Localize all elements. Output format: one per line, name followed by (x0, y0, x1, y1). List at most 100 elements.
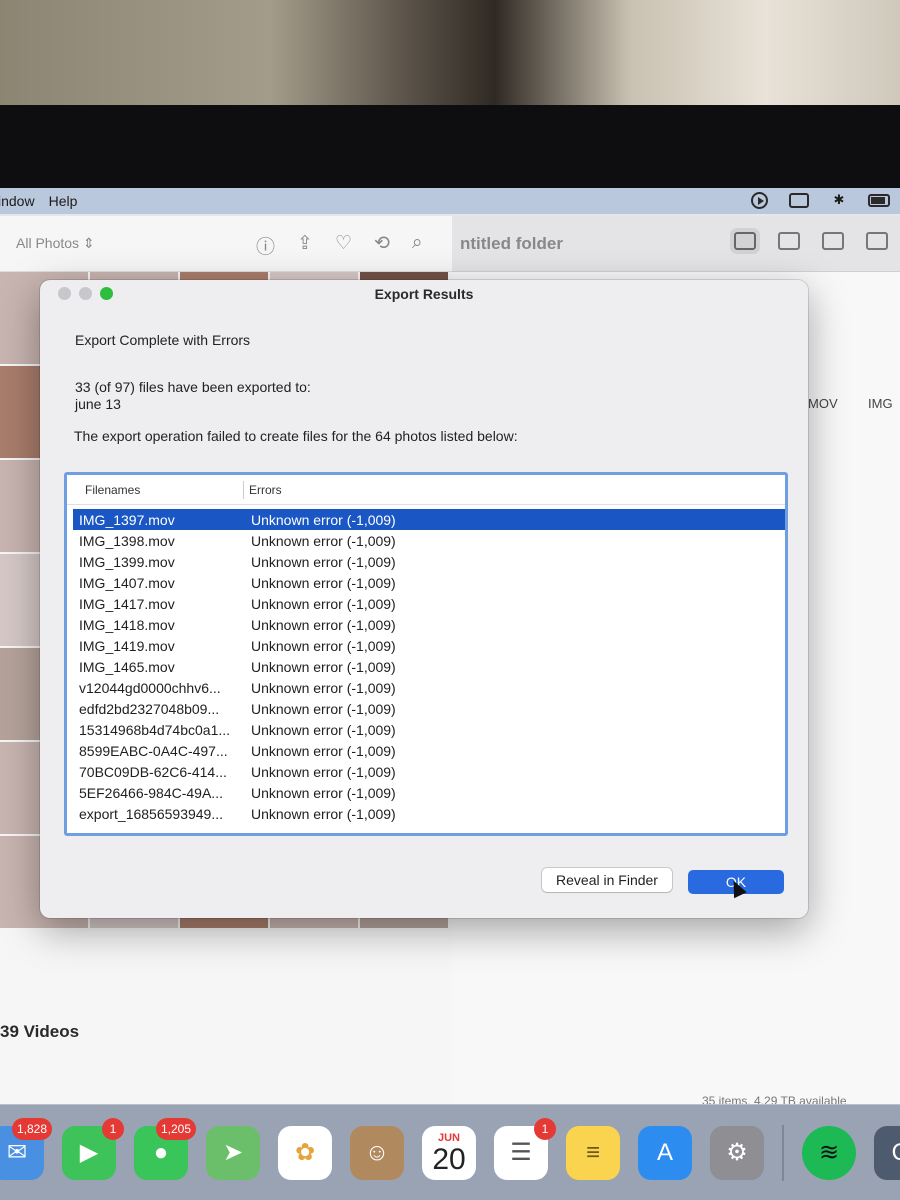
view-buttons (730, 228, 888, 254)
list-view-icon[interactable] (778, 232, 800, 250)
all-photos-dropdown[interactable]: All Photos ⇕ (8, 231, 103, 256)
file-label[interactable]: MOV (808, 396, 838, 411)
table-row[interactable]: IMG_1418.mov Unknown error (-1,009) (73, 614, 785, 635)
mail-badge: 1,828 (11, 1117, 52, 1140)
filename-cell: 5EF26466-984C-49A... (79, 784, 223, 801)
table-row[interactable]: IMG_1399.mov Unknown error (-1,009) (73, 551, 785, 572)
file-label[interactable]: IMG (868, 396, 893, 411)
finder-title: ntitled folder (460, 233, 563, 253)
heart-icon[interactable]: ♡ (335, 232, 352, 259)
app-store-icon: A (656, 1138, 673, 1166)
table-row[interactable]: IMG_1465.mov Unknown error (-1,009) (73, 656, 785, 677)
reveal-in-finder-button[interactable]: Reveal in Finder (542, 868, 672, 892)
dock-messages[interactable]: ● 1,205 (134, 1117, 196, 1180)
dock-quicktime[interactable]: Q (874, 1125, 900, 1180)
gallery-view-icon[interactable] (866, 232, 888, 250)
dock-separator (782, 1124, 784, 1181)
bluetooth-icon[interactable]: ✱ (828, 191, 850, 209)
screen-mirroring-icon[interactable] (788, 191, 810, 209)
table-header: Filenames Errors (67, 475, 785, 505)
dock-reminders[interactable]: ☰ 1 (494, 1117, 556, 1180)
rotate-icon[interactable]: ⟲ (374, 232, 390, 259)
error-cell: Unknown error (-1,009) (251, 616, 396, 633)
all-photos-label: All Photos (16, 235, 80, 251)
messages-badge: 1,205 (155, 1117, 196, 1140)
table-row[interactable]: IMG_1417.mov Unknown error (-1,009) (73, 593, 785, 614)
table-row[interactable]: IMG_1419.mov Unknown error (-1,009) (73, 635, 785, 656)
error-cell: Unknown error (-1,009) (251, 595, 396, 612)
filename-cell: 8599EABC-0A4C-497... (79, 742, 228, 759)
dock-calendar[interactable]: JUN 20 (422, 1125, 476, 1180)
battery-icon[interactable] (868, 191, 890, 209)
info-icon[interactable]: ⓘ (256, 232, 275, 259)
flower-icon: ✿ (294, 1139, 316, 1166)
share-icon[interactable]: ⇪ (297, 232, 313, 259)
photos-toolbar: All Photos ⇕ ⓘ ⇪ ♡ ⟲ ⌕ (0, 216, 462, 272)
table-row[interactable]: IMG_1407.mov Unknown error (-1,009) (73, 572, 785, 593)
filename-cell: v12044gd0000chhv6... (79, 679, 221, 696)
error-cell: Unknown error (-1,009) (251, 553, 396, 570)
filename-cell: edfd2bd2327048b09... (79, 700, 220, 717)
icon-view-icon[interactable] (730, 228, 760, 254)
dock-mail[interactable]: ✉ 1,828 (0, 1117, 52, 1180)
error-cell: Unknown error (-1,009) (251, 679, 396, 696)
speech-bubble-icon: ● (153, 1138, 169, 1166)
menu-window[interactable]: indow (0, 193, 49, 209)
facetime-badge: 1 (102, 1117, 124, 1140)
filename-cell: IMG_1465.mov (79, 658, 175, 675)
background-room (0, 0, 900, 110)
filename-cell: IMG_1419.mov (79, 637, 175, 654)
column-view-icon[interactable] (822, 232, 844, 250)
note-icon: ≡ (585, 1138, 600, 1166)
spotify-icon: ≋ (818, 1139, 840, 1166)
filename-cell: IMG_1398.mov (79, 532, 175, 549)
finder-toolbar: ntitled folder (452, 216, 900, 272)
person-icon: ☺ (364, 1138, 390, 1166)
dock-maps[interactable]: ➤ (206, 1125, 260, 1180)
dialog-title: Export Results (374, 286, 474, 302)
map-arrow-icon: ➤ (222, 1139, 244, 1166)
filename-cell: IMG_1418.mov (79, 616, 175, 633)
table-row[interactable]: IMG_1398.mov Unknown error (-1,009) (73, 530, 785, 551)
error-cell: Unknown error (-1,009) (251, 532, 396, 549)
menu-bar: indow Help ✱ (0, 188, 900, 214)
filename-cell: export_16856593949... (79, 805, 224, 822)
table-row[interactable]: v12044gd0000chhv6... Unknown error (-1,00… (73, 677, 785, 698)
dock-photos[interactable]: ✿ (278, 1125, 332, 1180)
export-destination: june 13 (75, 396, 121, 412)
table-row[interactable]: 70BC09DB-62C6-414... Unknown error (-1,00… (73, 761, 785, 782)
errors-table[interactable]: Filenames Errors IMG_1397.mov Unknown err… (64, 472, 788, 836)
dock-system-settings[interactable]: ⚙ (710, 1125, 764, 1180)
table-row[interactable]: 5EF26466-984C-49A... Unknown error (-1,00… (73, 782, 785, 803)
dock-notes[interactable]: ≡ (566, 1125, 620, 1180)
dock-facetime[interactable]: ▶ 1 (62, 1117, 124, 1180)
laptop-bezel (0, 105, 900, 190)
filename-cell: IMG_1397.mov (79, 511, 175, 528)
table-row[interactable]: IMG_1397.mov Unknown error (-1,009) (73, 509, 785, 530)
filename-cell: IMG_1417.mov (79, 595, 175, 612)
error-cell: Unknown error (-1,009) (251, 511, 396, 528)
column-divider[interactable] (243, 481, 244, 499)
export-results-dialog: Export Results Export Complete with Erro… (40, 280, 808, 918)
table-row[interactable]: 8599EABC-0A4C-497... Unknown error (-1,00… (73, 740, 785, 761)
dock-contacts[interactable]: ☺ (350, 1125, 404, 1180)
dock-spotify[interactable]: ≋ (802, 1125, 856, 1180)
reminders-badge: 1 (534, 1117, 556, 1140)
column-header-filenames[interactable]: Filenames (85, 483, 140, 497)
table-row[interactable]: export_16856593949... Unknown error (-1,0… (73, 803, 785, 824)
dock-app-store[interactable]: A (638, 1125, 692, 1180)
chevron-updown-icon: ⇕ (82, 235, 95, 251)
dock: ✉ 1,828 ▶ 1 ● 1,205 ➤ ✿ ☺ JUN 20 ☰ 1 ≡ A… (0, 1104, 900, 1200)
videos-count: 39 Videos (0, 1022, 80, 1041)
now-playing-icon[interactable] (748, 191, 770, 209)
table-row[interactable]: 15314968b4d74bc0a1... Unknown error (-1,0… (73, 719, 785, 740)
table-row[interactable]: edfd2bd2327048b09... Unknown error (-1,00… (73, 698, 785, 719)
filename-cell: 15314968b4d74bc0a1... (79, 721, 231, 738)
error-cell: Unknown error (-1,009) (251, 784, 396, 801)
calendar-day: 20 (432, 1142, 466, 1176)
search-icon[interactable]: ⌕ (412, 232, 423, 259)
menu-help[interactable]: Help (49, 193, 92, 209)
filename-cell: IMG_1407.mov (79, 574, 175, 591)
photos-toolbar-icons: ⓘ ⇪ ♡ ⟲ ⌕ (256, 232, 423, 259)
column-header-errors[interactable]: Errors (249, 483, 282, 497)
